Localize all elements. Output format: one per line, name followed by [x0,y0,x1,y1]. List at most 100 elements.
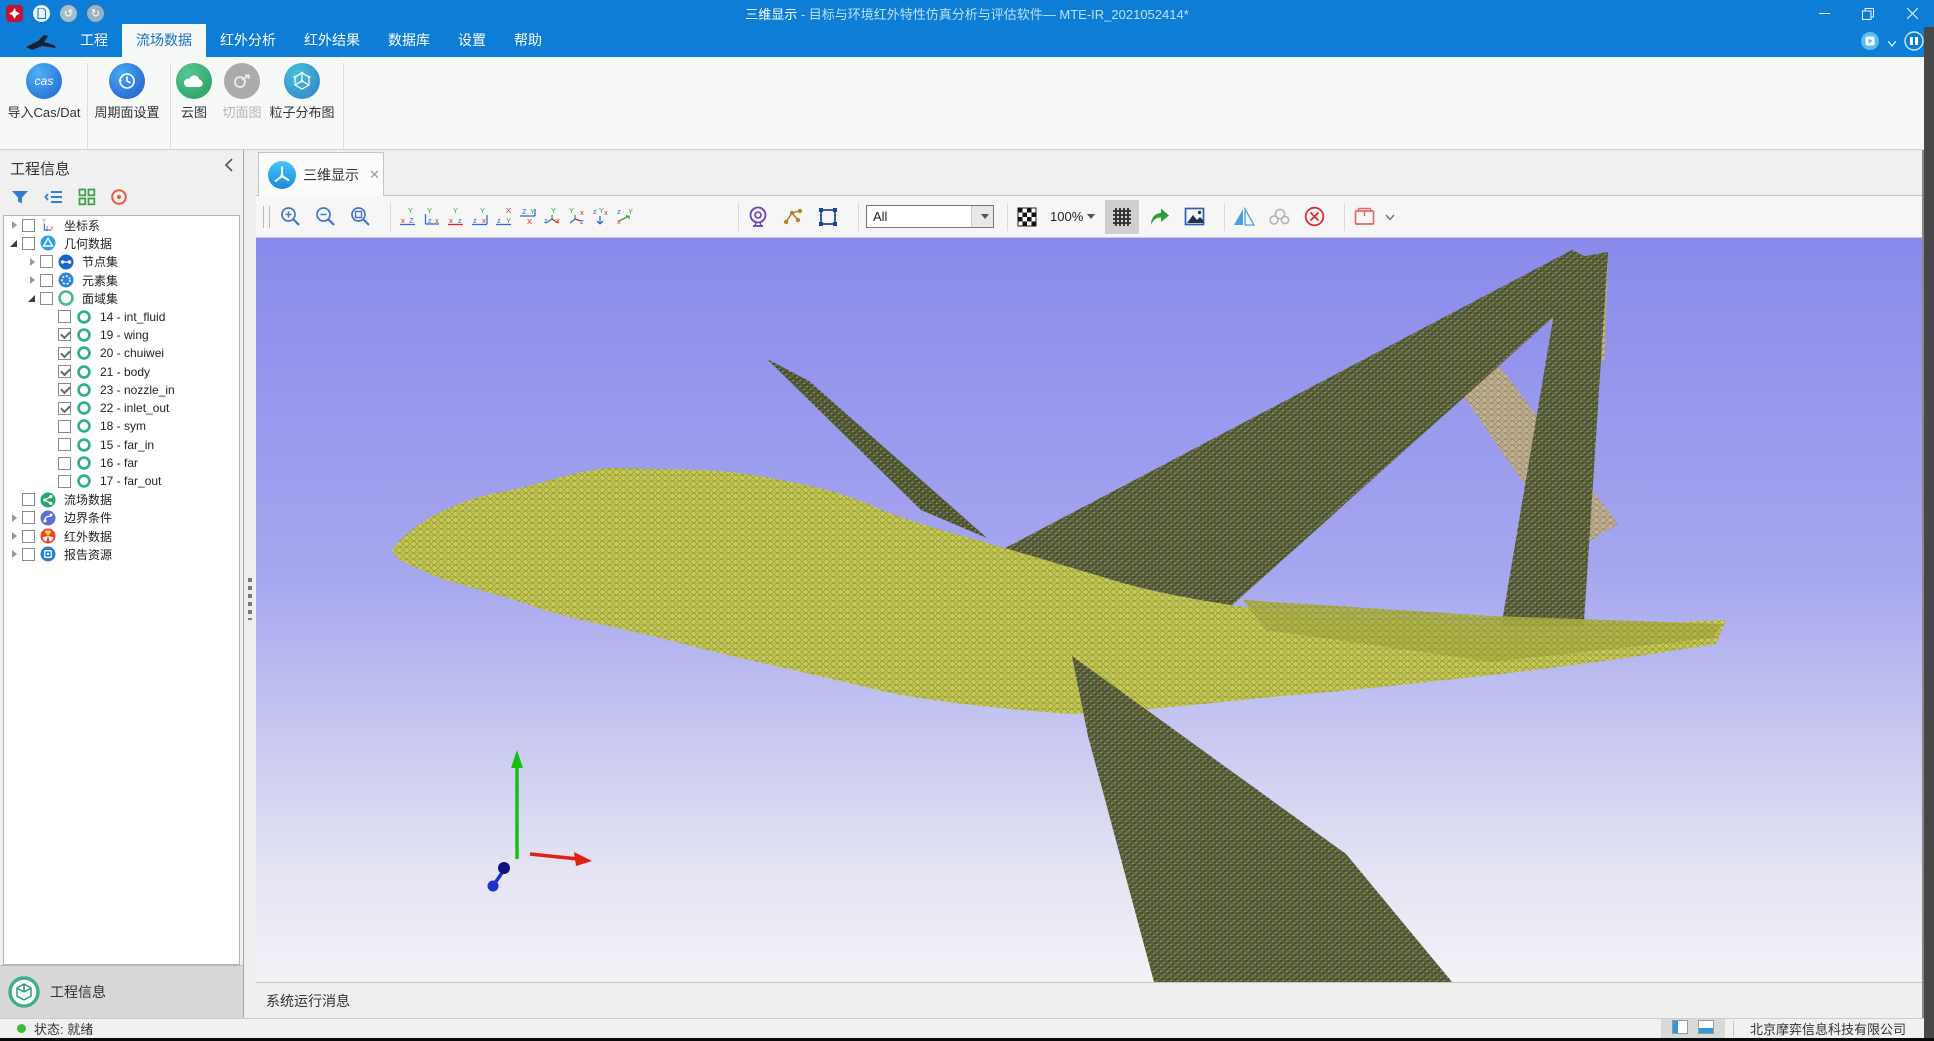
filter-funnel-icon[interactable] [10,188,30,209]
tree-checkbox[interactable] [58,310,71,323]
zoom-out-icon[interactable] [313,205,337,229]
save-view-icon[interactable] [1352,205,1376,229]
tree-item[interactable]: 19 - wing [4,326,239,344]
tree-expander-icon[interactable] [28,275,38,285]
locate-target-icon[interactable] [110,188,128,209]
tree-expander-icon[interactable] [10,220,20,230]
tree-item[interactable]: 14 - int_fluid [4,307,239,325]
menu-item-flowfield-data[interactable]: 流场数据 [122,24,206,57]
view-front-icon[interactable]: YxZ [398,205,417,229]
save-view-caret-icon[interactable] [1385,210,1395,224]
menu-item-project[interactable]: 工程 [66,24,122,57]
dither-pattern-icon[interactable] [1015,205,1039,229]
tree-checkbox[interactable] [40,274,53,287]
menu-item-database[interactable]: 数据库 [374,24,444,57]
tree-expander-icon[interactable] [10,549,20,559]
panel-splitter[interactable] [243,150,256,1018]
tree-checkbox[interactable] [58,457,71,470]
view-left-icon[interactable]: Yxz [446,205,465,229]
dropdown-caret-icon[interactable] [1888,36,1896,50]
tree-item[interactable]: 23 - nozzle_in [4,381,239,399]
tree-item[interactable]: 面域集 [4,289,239,307]
tab-3d-view[interactable]: 三维显示 ✕ [258,152,384,196]
tree-checkbox[interactable] [58,383,71,396]
view-top-icon[interactable]: XzY [494,205,513,229]
tree-item[interactable]: 15 - far_in [4,436,239,454]
tree-checkbox[interactable] [22,511,35,524]
panel-bottom-bar[interactable]: 工程信息 [0,965,243,1018]
zoom-in-icon[interactable] [278,205,302,229]
periodic-face-button[interactable]: 周期面设置 [89,61,165,121]
cancel-icon[interactable] [1302,205,1326,229]
splitter-grip[interactable] [248,574,252,620]
redo-icon[interactable]: ↻ [87,5,104,22]
menu-item-help[interactable]: 帮助 [500,24,556,57]
tree-checkbox[interactable] [40,292,53,305]
tree-item[interactable]: 18 - sym [4,417,239,435]
export-arrow-icon[interactable] [1147,205,1171,229]
split-left-icon[interactable] [1672,1020,1688,1037]
tree-checkbox[interactable] [58,365,71,378]
tree-checkbox[interactable] [22,530,35,543]
undo-icon[interactable]: ↺ [60,5,77,22]
view-back-icon[interactable]: Yzx [422,205,441,229]
tree-checkbox[interactable] [40,255,53,268]
tree-item[interactable]: 流场数据 [4,490,239,508]
toolbar-grip[interactable] [263,206,270,228]
tree-item[interactable]: 报告资源 [4,545,239,563]
zoom-fit-icon[interactable] [348,205,372,229]
close-icon[interactable] [1890,0,1934,27]
tree-item[interactable]: 几何数据 [4,234,239,252]
tab-close-icon[interactable]: ✕ [369,167,380,183]
tree-item[interactable]: 20 - chuiwei [4,344,239,362]
tree-checkbox[interactable] [58,438,71,451]
minimize-icon[interactable] [1802,0,1846,27]
tree-checkbox[interactable] [58,475,71,488]
view-iso-sw-icon[interactable]: zxY [614,205,633,229]
particle-trace-icon[interactable] [781,205,805,229]
tree-item[interactable]: 17 - far_out [4,472,239,490]
menu-item-infrared-results[interactable]: 红外结果 [290,24,374,57]
tree-item[interactable]: 红外数据 [4,527,239,545]
tree-expander-icon[interactable] [28,257,38,267]
split-bottom-icon[interactable] [1698,1020,1714,1037]
tree-item[interactable]: 边界条件 [4,509,239,527]
list-view-icon[interactable] [44,188,64,209]
snapshot-image-icon[interactable] [1182,205,1206,229]
style-switch-icon[interactable] [1860,31,1880,54]
viewport-3d[interactable] [256,238,1922,982]
tree-checkbox[interactable] [58,347,71,360]
tree-checkbox[interactable] [22,493,35,506]
tree-item[interactable]: 元素集 [4,271,239,289]
tree-item[interactable]: 16 - far [4,454,239,472]
new-file-icon[interactable] [33,5,50,22]
tree-checkbox[interactable] [58,402,71,415]
tree-expander-icon[interactable] [10,531,20,541]
view-iso-se-icon[interactable]: zYx [590,205,609,229]
tree-checkbox[interactable] [22,548,35,561]
select-box-icon[interactable] [816,205,840,229]
view-iso-nw-icon[interactable]: Yxz [566,205,585,229]
tree-checkbox[interactable] [22,219,35,232]
tree-expander-icon[interactable] [10,238,20,248]
tree-item[interactable]: 节点集 [4,253,239,271]
tree-expander-icon[interactable] [28,293,38,303]
menu-item-infrared-analysis[interactable]: 红外分析 [206,24,290,57]
menu-item-settings[interactable]: 设置 [444,24,500,57]
tree-checkbox[interactable] [58,420,71,433]
tree-checkbox[interactable] [58,328,71,341]
view-bottom-icon[interactable]: ZYX [518,205,537,229]
tree-checkbox[interactable] [22,237,35,250]
theme-book-icon[interactable] [1904,31,1924,54]
particle-distribution-button[interactable]: 粒子分布图 [264,61,340,121]
view-right-icon[interactable]: Yzx [470,205,489,229]
panel-collapse-icon[interactable] [224,158,233,175]
mesh-grid-icon[interactable] [1105,200,1139,234]
grid-view-icon[interactable] [78,188,96,209]
cloud-outline-icon[interactable] [1267,205,1291,229]
zoom-level-dropdown[interactable]: 100% [1050,209,1095,224]
camera-probe-icon[interactable] [746,205,770,229]
combobox-arrow-icon[interactable] [971,206,993,227]
mirror-icon[interactable] [1232,205,1256,229]
view-iso-ne-icon[interactable]: Yzx [542,205,561,229]
